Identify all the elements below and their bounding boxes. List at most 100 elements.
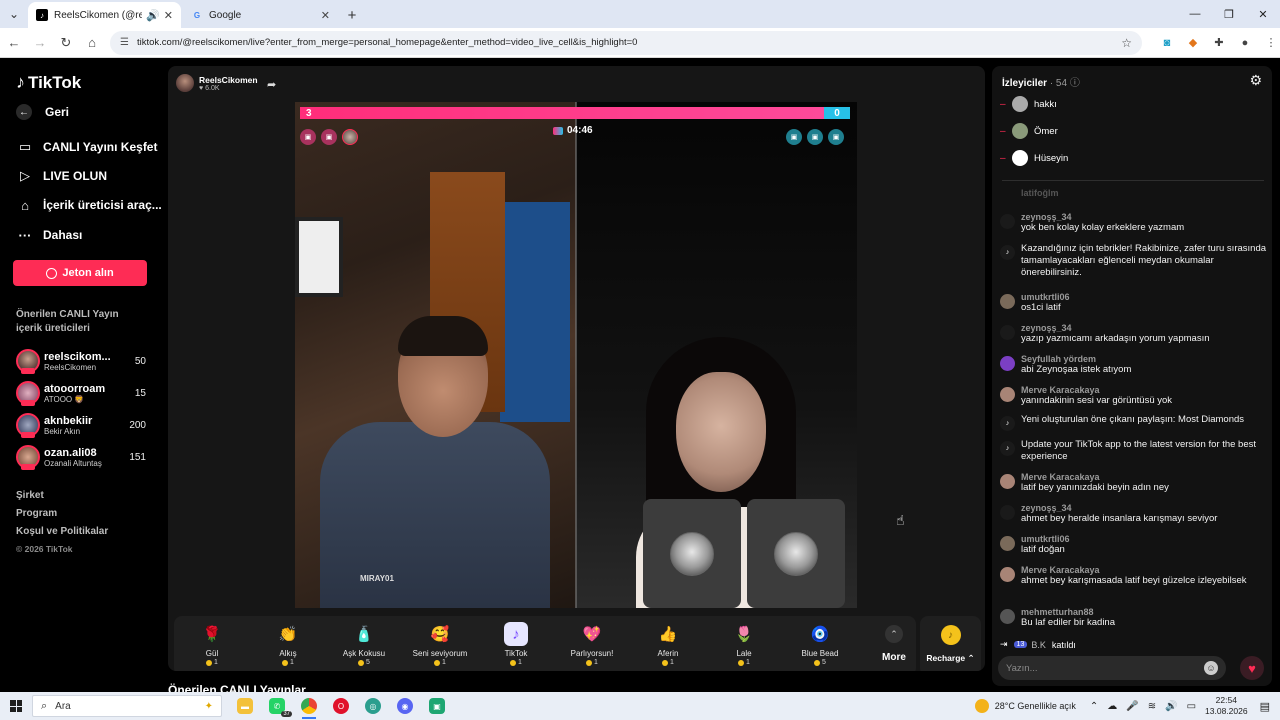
extension-icon[interactable]: ◙	[1160, 36, 1174, 50]
puzzle-icon[interactable]: ✚	[1212, 36, 1226, 50]
tab-audio-icon[interactable]: 🔊	[146, 9, 160, 22]
creator-row[interactable]: aknbekiir Bekir Akın 200	[16, 412, 146, 438]
system-message[interactable]: ♪ Kazandığınız için tebrikler! Rakibinize…	[1000, 243, 1266, 279]
restore-icon[interactable]: ❐	[1212, 0, 1246, 28]
back-arrow-icon[interactable]: ←	[2, 31, 26, 55]
seat-icon[interactable]: ▣	[828, 129, 844, 145]
bookmark-star-icon[interactable]: ☆	[1121, 36, 1132, 50]
like-heart-button[interactable]: ♥	[1240, 656, 1264, 680]
taskbar-search[interactable]: ⌕ Ara ✦	[32, 695, 222, 717]
nav-creator-tools[interactable]: ⌂ İçerik üreticisi araç...	[16, 196, 162, 214]
tab-tiktok[interactable]: ♪ ReelsCikomen (@reelscikom 🔊 ✕	[28, 2, 181, 28]
tiktok-logo[interactable]: ♪ TikTok	[16, 72, 81, 93]
chat-message[interactable]: umutkrtli06 os1ci latif	[1000, 292, 1266, 314]
emoji-icon[interactable]: ☺	[1204, 661, 1218, 675]
message-user[interactable]: mehmetturhan88	[1021, 607, 1266, 617]
clock[interactable]: 22:54 13.08.2026	[1205, 695, 1248, 717]
gift-item[interactable]: 🥰 Seni seviyorum 1	[402, 622, 478, 666]
chat-message[interactable]: umutkrtli06 latif doğan	[1000, 534, 1266, 556]
footer-link-program[interactable]: Program	[16, 508, 57, 519]
message-user[interactable]: umutkrtli06	[1021, 292, 1266, 302]
seat-icon[interactable]: ▣	[300, 129, 316, 145]
guest-box[interactable]	[747, 499, 845, 608]
kebab-menu-icon[interactable]: ⋮	[1264, 36, 1278, 50]
chat-message[interactable]: zeynoşş_34 ahmet bey heralde insanlara ka…	[1000, 503, 1266, 525]
get-coins-button[interactable]: Jeton alın	[13, 260, 147, 286]
home-icon[interactable]: ⌂	[80, 31, 104, 55]
live-video[interactable]: 3 0 04:46 ▣ ▣ ▣ ▣ ▣ MIRAY01	[295, 102, 857, 608]
tab-close-icon[interactable]: ✕	[164, 9, 173, 22]
chat-message[interactable]: mehmetturhan88 Bu laf ediler bir kadina	[1000, 607, 1266, 629]
chat-message[interactable]: zeynoşş_34 yazıp yazmıcamı arkadaşın yoru…	[1000, 323, 1266, 345]
seat-icon[interactable]: ▣	[786, 129, 802, 145]
more-gifts-button[interactable]: ⌃ More	[874, 622, 914, 663]
file-explorer-icon[interactable]: ▬	[232, 693, 258, 719]
app-icon[interactable]: ▣	[424, 693, 450, 719]
guest-box[interactable]	[643, 499, 741, 608]
notification-icon[interactable]: ▤	[1260, 700, 1270, 713]
reload-icon[interactable]: ↻	[54, 31, 78, 55]
footer-link-company[interactable]: Şirket	[16, 490, 44, 501]
chat-input[interactable]: Yazın... ☺	[998, 656, 1226, 680]
gift-item[interactable]: 👍 Aferin 1	[630, 622, 706, 666]
system-message[interactable]: ♪ Update your TikTok app to the latest ve…	[1000, 439, 1266, 463]
nav-go-live[interactable]: ▷ LIVE OLUN	[16, 167, 107, 185]
supporter-avatar[interactable]	[342, 129, 358, 145]
opera-icon[interactable]: O	[328, 693, 354, 719]
gift-item[interactable]: 🧴 Aşk Kokusu 5	[326, 622, 402, 666]
chat-message[interactable]: Merve Karacakaya latif bey yanınızdaki be…	[1000, 472, 1266, 494]
viewer-row[interactable]: – Hüseyin	[1000, 150, 1068, 166]
minimize-icon[interactable]: —	[1178, 0, 1212, 28]
site-info-icon[interactable]: ☰	[120, 37, 129, 48]
seat-icon[interactable]: ▣	[321, 129, 337, 145]
message-user[interactable]: umutkrtli06	[1021, 534, 1266, 544]
gift-item[interactable]: ♪ TikTok 1	[478, 622, 554, 666]
profile-icon[interactable]: ●	[1238, 36, 1252, 50]
creator-row[interactable]: reelscikom... ReelsCikomen 50	[16, 348, 146, 374]
gift-item[interactable]: 🧿 Blue Bead 5	[782, 622, 858, 666]
volume-icon[interactable]: 🔊	[1165, 701, 1177, 712]
gift-item[interactable]: 💖 Parlıyorsun! 1	[554, 622, 630, 666]
forward-arrow-icon[interactable]: →	[28, 31, 52, 55]
chat-message[interactable]: Seyfullah yördem abi Zeynoşaa istek atıyo…	[1000, 354, 1266, 376]
recharge-button[interactable]: ♪ Recharge ⌃	[920, 616, 981, 671]
close-window-icon[interactable]: ✕	[1246, 0, 1280, 28]
discord-icon[interactable]: ◉	[392, 693, 418, 719]
viewers-header[interactable]: İzleyiciler · 54 ⓘ	[1002, 74, 1080, 89]
info-icon[interactable]: ⓘ	[1070, 78, 1080, 89]
cloud-icon[interactable]: ☁	[1107, 701, 1117, 712]
metamask-icon[interactable]: ◆	[1186, 36, 1200, 50]
message-user[interactable]: Seyfullah yördem	[1021, 354, 1266, 364]
message-user[interactable]: Merve Karacakaya	[1021, 565, 1266, 575]
chat-message[interactable]: Merve Karacakaya ahmet bey karışmasada la…	[1000, 565, 1266, 587]
message-user[interactable]: zeynoşş_34	[1021, 323, 1266, 333]
weather-widget[interactable]: 28°C Genellikle açık	[974, 699, 1076, 713]
whatsapp-icon[interactable]: ✆ 37	[264, 693, 292, 719]
host-info[interactable]: ReelsCikomen ♥ 6.0K	[176, 74, 258, 92]
message-user[interactable]: Merve Karacakaya	[1021, 385, 1266, 395]
chat-message[interactable]: Merve Karacakaya yanındakinin sesi var gö…	[1000, 385, 1266, 407]
system-message[interactable]: ♪ Yeni oluşturulan öne çıkanı paylaşın: M…	[1000, 414, 1266, 431]
nav-more[interactable]: ··· Dahası	[16, 226, 83, 244]
chrome-icon[interactable]	[296, 693, 322, 719]
message-user[interactable]: zeynoşş_34	[1021, 503, 1266, 513]
settings-gear-icon[interactable]: ⚙	[1249, 72, 1262, 89]
tab-close-icon[interactable]: ✕	[321, 9, 330, 22]
back-button[interactable]: ← Geri	[16, 104, 69, 120]
start-button[interactable]	[0, 692, 32, 720]
tab-search-icon[interactable]: ⌄	[0, 0, 28, 28]
creator-row[interactable]: atooorroam ATOOO 🦁 15	[16, 380, 146, 406]
message-user[interactable]: Merve Karacakaya	[1021, 472, 1266, 482]
gift-item[interactable]: 🌷 Lale 1	[706, 622, 782, 666]
url-field[interactable]: ☰ tiktok.com/@reelscikomen/live?enter_fr…	[110, 30, 1142, 55]
creator-row[interactable]: ozan.ali08 Ozanali Altuntaş 151	[16, 444, 146, 470]
vpn-app-icon[interactable]: ◎	[360, 693, 386, 719]
new-tab-button[interactable]: +	[340, 2, 364, 28]
wifi-icon[interactable]: ≋	[1148, 701, 1156, 712]
viewer-row[interactable]: – hakkı	[1000, 96, 1057, 112]
chevron-up-icon[interactable]: ⌃	[1090, 701, 1098, 712]
tab-google[interactable]: G Google ✕	[183, 2, 338, 28]
chat-message[interactable]: zeynoşş_34 yok ben kolay kolay erkeklere …	[1000, 212, 1266, 234]
share-icon[interactable]: ➦	[267, 78, 276, 91]
viewer-row[interactable]: – Ömer	[1000, 123, 1058, 139]
